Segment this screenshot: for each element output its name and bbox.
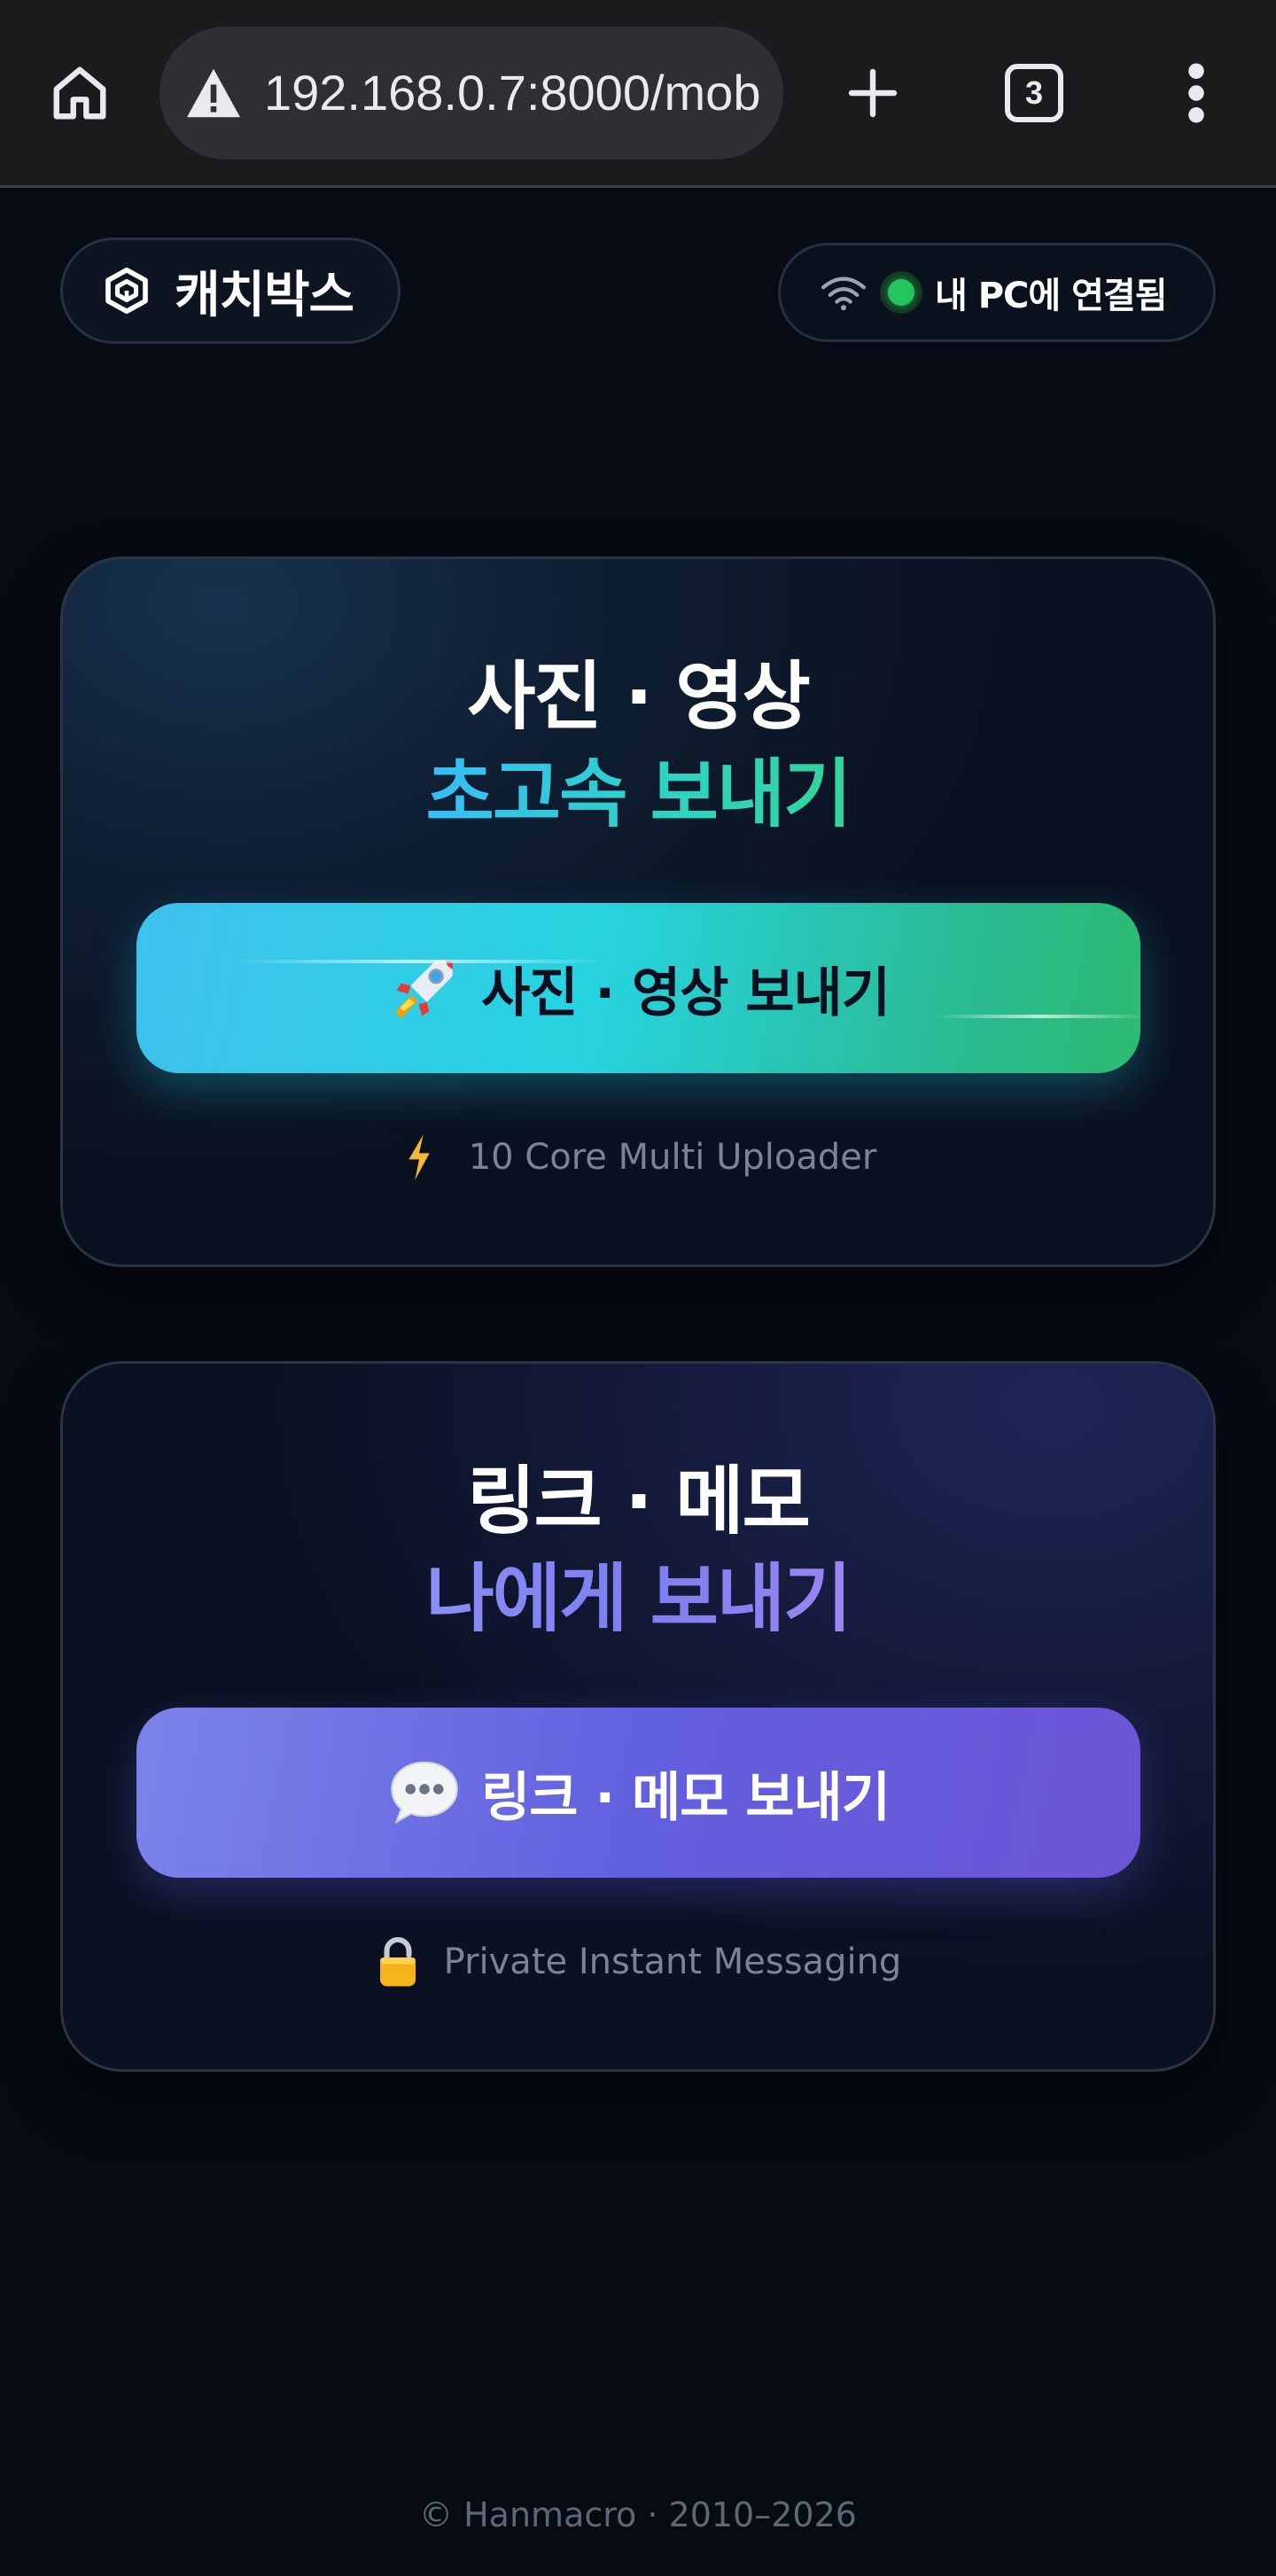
card-subtitle-wrap: 초고속 보내기 [63,745,1213,843]
card-footer: 10 Core Multi Uploader [63,1126,1213,1188]
lock-icon [379,1937,416,1987]
button-shine [234,960,606,963]
copyright-text: © Hanmacro · 2010–2026 [419,2495,857,2534]
send-photo-video-button[interactable]: 사진 · 영상 보내기 [136,903,1140,1073]
card-subtitle-wrap: 나에게 보내기 [63,1550,1213,1647]
link-memo-card: 링크 · 메모 나에게 보내기 링크 · 메모 보내기 Private Inst… [60,1361,1216,2072]
home-button[interactable] [44,58,115,128]
status-dot [888,279,914,306]
wifi-icon [821,276,867,311]
brand-badge[interactable]: 캐치박스 [60,237,401,344]
speech-bubble-icon [391,1761,458,1825]
card-subtitle: 초고속 보내기 [425,751,852,837]
address-bar[interactable]: 192.168.0.7:8000/mobile [160,27,783,160]
card-subtitle: 나에게 보내기 [425,1555,852,1642]
status-text: 내 PC에 연결됨 [935,276,1168,316]
button-shine [934,1015,1140,1018]
lightning-icon [408,1134,430,1180]
card-footer: Private Instant Messaging [63,1931,1213,1993]
card-footer-text: Private Instant Messaging [443,1942,902,1982]
brand-name: 캐치박스 [175,266,354,324]
browser-toolbar: 192.168.0.7:8000/mobile 3 [0,0,1276,188]
new-tab-button[interactable] [837,58,908,128]
tab-switcher-button[interactable]: 3 [1005,64,1063,122]
url-text[interactable]: 192.168.0.7:8000/mobile [264,27,760,160]
warning-icon[interactable] [184,66,243,120]
tab-count: 3 [1024,74,1044,111]
home-icon [53,66,106,120]
card-title: 링크 · 메모 [467,1458,811,1545]
photo-video-card: 사진 · 영상 초고속 보내기 사진 · 영상 보내기 10 Core Mult… [60,556,1216,1267]
browser-menu-button[interactable] [1170,58,1223,128]
plus-icon [848,68,898,118]
connection-status-badge: 내 PC에 연결됨 [778,243,1216,342]
card-title: 사진 · 영상 [467,653,811,740]
cube-logo-icon [105,267,148,315]
card-footer-text: 10 Core Multi Uploader [468,1137,877,1178]
button-label: 링크 · 메모 보내기 [481,1766,891,1829]
status-indicator [880,271,922,314]
more-vertical-icon [1188,63,1204,123]
send-link-memo-button[interactable]: 링크 · 메모 보내기 [136,1708,1140,1878]
